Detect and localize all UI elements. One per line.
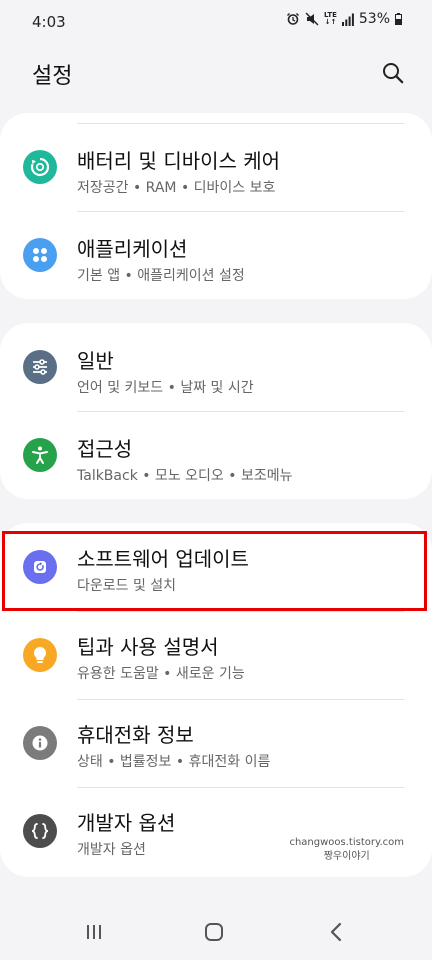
item-subtitle: 언어 및 키보드 • 날짜 및 시간 [77,380,254,396]
settings-group-2: 일반 언어 및 키보드 • 날짜 및 시간 접근성 TalkBack • 모노 … [0,323,432,499]
settings-item-tips[interactable]: 팁과 사용 설명서 유용한 도움말 • 새로운 기능 [0,611,432,699]
info-icon [23,726,57,760]
search-icon [383,63,404,84]
item-subtitle: 저장공간 • RAM • 디바이스 보호 [77,180,276,196]
item-title: 배터리 및 디바이스 케어 [77,149,281,173]
status-icons: LTE ↓↑ 53% [286,11,402,27]
home-icon [205,923,223,941]
watermark: changwoos.tistory.com 짱우이야기 [289,836,404,864]
accessibility-icon [23,438,57,472]
back-icon [330,922,342,942]
sliders-icon [23,350,57,384]
settings-item-general[interactable]: 일반 언어 및 키보드 • 날짜 및 시간 [0,323,432,411]
status-time: 4:03 [32,13,66,31]
header: 설정 [0,44,432,104]
watermark-url: changwoos.tistory.com [289,837,404,848]
item-title: 접근성 [77,437,133,461]
apps-icon [23,238,57,272]
settings-item-device-care[interactable]: 배터리 및 디바이스 케어 저장공간 • RAM • 디바이스 보호 [0,123,432,211]
status-bar: 4:03 LTE ↓↑ 53% [0,0,432,44]
item-title: 팁과 사용 설명서 [77,635,219,659]
lightbulb-icon [23,638,57,672]
recent-apps-button[interactable] [74,918,114,946]
battery-percent: 53% [358,11,390,27]
search-button[interactable] [376,56,410,90]
item-subtitle: TalkBack • 모노 오디오 • 보조메뉴 [77,468,293,484]
lte-icon: LTE ↓↑ [324,11,337,26]
settings-item-accessibility[interactable]: 접근성 TalkBack • 모노 오디오 • 보조메뉴 [0,411,432,499]
device-care-icon [23,150,57,184]
developer-options-icon [23,814,57,848]
settings-item-applications[interactable]: 애플리케이션 기본 앱 • 애플리케이션 설정 [0,211,432,299]
signal-icon [341,13,354,26]
item-subtitle: 상태 • 법률정보 • 휴대전화 이름 [77,754,271,770]
highlight-box [2,531,427,611]
navigation-bar [0,900,432,960]
settings-group-1: 배터리 및 디바이스 케어 저장공간 • RAM • 디바이스 보호 애플리케이… [0,113,432,299]
back-button[interactable] [316,918,356,946]
settings-item-phone-info[interactable]: 휴대전화 정보 상태 • 법률정보 • 휴대전화 이름 [0,699,432,787]
home-button[interactable] [194,918,234,946]
item-subtitle: 유용한 도움말 • 새로운 기능 [77,666,245,682]
battery-icon [395,13,402,25]
recent-apps-icon [87,925,101,939]
item-subtitle: 기본 앱 • 애플리케이션 설정 [77,268,245,284]
item-title: 개발자 옵션 [77,811,176,835]
page-title: 설정 [32,64,73,89]
item-title: 일반 [77,349,114,373]
alarm-icon [286,12,300,26]
item-title: 휴대전화 정보 [77,723,194,747]
mute-icon [305,12,319,26]
item-subtitle: 개발자 옵션 [77,842,146,858]
watermark-name: 짱우이야기 [323,851,370,862]
item-title: 애플리케이션 [77,237,188,261]
